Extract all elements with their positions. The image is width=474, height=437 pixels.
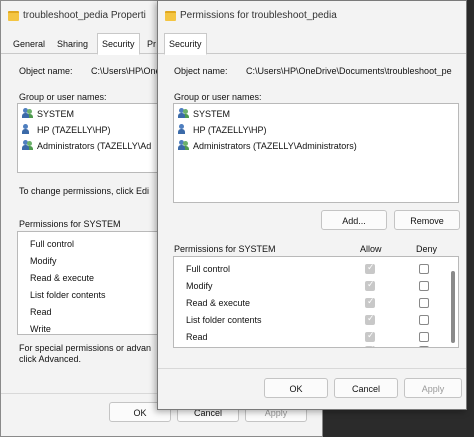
- list-item[interactable]: SYSTEM: [22, 107, 74, 121]
- list-item[interactable]: Administrators (TAZELLY\Administrators): [178, 139, 357, 153]
- user-icon: [178, 124, 190, 134]
- allow-checkbox: [365, 296, 375, 308]
- permission-row: Modify: [30, 256, 57, 266]
- permissions-label: Permissions for SYSTEM: [19, 219, 121, 229]
- add-button[interactable]: Add...: [321, 210, 387, 230]
- permission-row: List folder contents: [186, 315, 262, 325]
- allow-checkbox: [365, 344, 375, 347]
- remove-button[interactable]: Remove: [394, 210, 460, 230]
- deny-checkbox[interactable]: [419, 264, 429, 274]
- object-name-value: C:\Users\HP\OneDrive\Documents\troublesh…: [246, 66, 452, 76]
- ok-button[interactable]: OK: [264, 378, 328, 398]
- cancel-button[interactable]: Cancel: [334, 378, 398, 398]
- tab-security[interactable]: Security: [164, 33, 207, 55]
- allow-header: Allow: [360, 244, 382, 254]
- permissions-label: Permissions for SYSTEM: [174, 244, 276, 254]
- user-icon: [22, 124, 34, 134]
- allow-checkbox: [365, 313, 375, 325]
- permission-row: Read: [186, 332, 208, 342]
- deny-checkbox[interactable]: [419, 298, 429, 308]
- permissions-titlebar[interactable]: Permissions for troubleshoot_pedia: [158, 1, 466, 31]
- permission-row: Read & execute: [186, 298, 251, 308]
- change-permissions-text: To change permissions, click Edi: [19, 186, 150, 196]
- permissions-list: Full control Modify Read & execute List …: [17, 231, 167, 335]
- list-item[interactable]: HP (TAZELLY\HP): [22, 123, 111, 137]
- permission-row: List folder contents: [30, 290, 106, 300]
- allow-checkbox: [365, 262, 375, 274]
- deny-checkbox[interactable]: [419, 346, 429, 347]
- users-icon: [22, 108, 34, 118]
- group-label: Group or user names:: [174, 92, 262, 102]
- group-list[interactable]: SYSTEM HP (TAZELLY\HP) Administrators (T…: [17, 103, 167, 173]
- special-permissions-text: For special permissions or advan: [19, 343, 152, 353]
- permissions-dialog: Permissions for troubleshoot_pedia Secur…: [157, 0, 467, 410]
- folder-icon: [8, 11, 19, 21]
- permissions-list: Full control Modify Read & execute List …: [173, 256, 459, 348]
- permissions-scrollbar[interactable]: [451, 271, 455, 343]
- object-name-label: Object name:: [19, 66, 73, 76]
- group-label: Group or user names:: [19, 92, 107, 102]
- object-name-label: Object name:: [174, 66, 228, 76]
- list-item[interactable]: HP (TAZELLY\HP): [178, 123, 267, 137]
- permission-row: Read: [30, 307, 52, 317]
- group-list[interactable]: SYSTEM HP (TAZELLY\HP) Administrators (T…: [173, 103, 459, 203]
- allow-checkbox: [365, 279, 375, 291]
- tab-security[interactable]: Security: [97, 33, 140, 55]
- list-item[interactable]: Administrators (TAZELLY\Ad: [22, 139, 151, 153]
- tab-sharing[interactable]: Sharing: [53, 36, 92, 53]
- object-name-value: C:\Users\HP\One: [91, 66, 161, 76]
- deny-checkbox[interactable]: [419, 332, 429, 342]
- permissions-title: Permissions for troubleshoot_pedia: [180, 10, 337, 21]
- properties-title: troubleshoot_pedia Properti: [23, 10, 146, 21]
- permission-row: Write: [30, 324, 51, 334]
- folder-icon: [165, 11, 176, 21]
- deny-checkbox[interactable]: [419, 315, 429, 325]
- permissions-footer: OK Cancel Apply: [158, 368, 466, 409]
- allow-checkbox: [365, 330, 375, 342]
- permission-row: Read & execute: [30, 273, 95, 283]
- permission-row: Full control: [30, 239, 75, 249]
- permission-row: Modify: [186, 281, 213, 291]
- click-advanced-text: click Advanced.: [19, 354, 82, 364]
- list-item[interactable]: SYSTEM: [178, 107, 230, 121]
- permissions-tabs: Security: [158, 33, 466, 55]
- users-icon: [178, 140, 190, 150]
- users-icon: [178, 108, 190, 118]
- deny-checkbox[interactable]: [419, 281, 429, 291]
- permission-row: Full control: [186, 264, 231, 274]
- apply-button[interactable]: Apply: [404, 378, 462, 398]
- users-icon: [22, 140, 34, 150]
- tab-general[interactable]: General: [9, 36, 49, 53]
- deny-header: Deny: [416, 244, 438, 254]
